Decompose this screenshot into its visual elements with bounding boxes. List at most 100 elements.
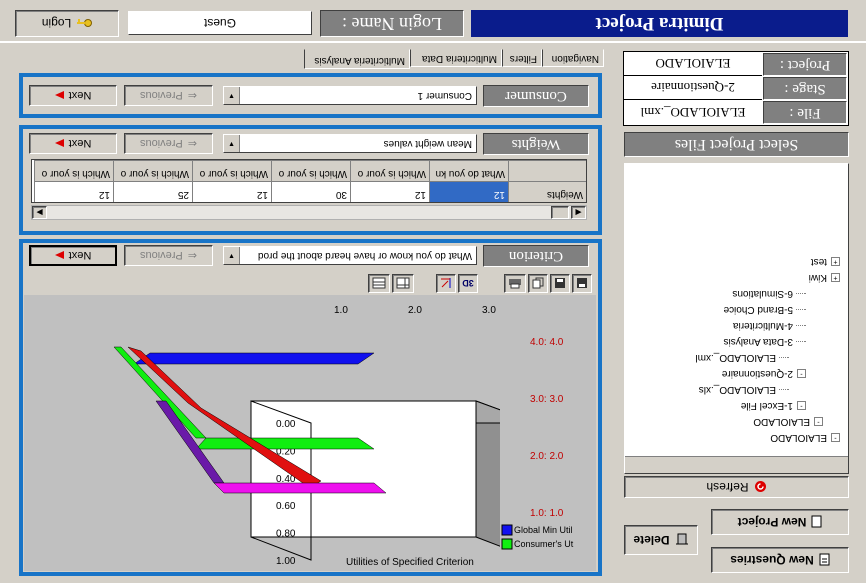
weights-select[interactable]: Mean weight values ▼ [223,134,477,153]
tab-filters[interactable]: Filters [502,49,542,67]
tree-item[interactable]: 3-Data Analysis [724,336,806,347]
3d-icon[interactable]: 3D [458,274,478,293]
weight-value-cell[interactable]: 12 [192,181,271,202]
tab-multicriteria-analysis[interactable]: Multicriteria Analysis [304,49,410,69]
scroll-thumb[interactable] [551,206,569,219]
previous-label: Previous [140,89,183,102]
collapse-icon[interactable]: - [831,433,840,443]
y-tick-label: 0.60 [276,501,296,512]
tree-item[interactable]: + test [811,256,840,267]
tree-connector [796,325,806,327]
weight-value-cell[interactable]: 12 [350,181,429,202]
weights-next-button[interactable]: Next [29,133,117,154]
weight-value-cell[interactable]: 25 [113,181,192,202]
weight-value-cell[interactable]: 12 [429,181,508,202]
tree-item[interactable]: -1-Excel File [741,400,806,411]
previous-label: Previous [140,249,183,262]
tree-item[interactable]: 5-Brand Choice [724,304,806,315]
save-icon[interactable] [572,274,592,293]
project-info-table: File : ELAIOLADO_.xml Stage : 2-Question… [623,51,849,126]
criterion-column-header[interactable]: Which is your o [271,160,350,181]
criterion-select-value: What do you know or have heard about the… [257,250,472,261]
criterion-column-header[interactable]: Which is your o [192,160,271,181]
tree-item[interactable]: 4-Multicriteria [733,320,806,331]
stage-value: 2-Questionnaire [624,77,762,100]
consumer-previous-button[interactable]: ⇐ Previous [124,85,213,106]
new-project-button[interactable]: New Project [711,509,849,535]
tree-item[interactable]: -ELAIOLADO [753,416,823,427]
next-label: Next [68,137,92,150]
new-questries-button[interactable]: New Questries [711,547,849,573]
login-label: Login [41,16,72,31]
dropdown-arrow-icon[interactable]: ▼ [224,135,240,152]
login-button[interactable]: Login [15,10,119,37]
criterion-previous-button[interactable]: ⇐ Previous [124,245,213,266]
refresh-button[interactable]: Refresh [624,476,849,498]
weights-select-value: Mean weight values [383,138,472,149]
tab-multicriteria-data[interactable]: Multicriteria Data [410,49,502,67]
collapse-icon[interactable]: - [814,417,823,427]
arrow-left-icon: ⇐ [187,249,198,261]
tree-item[interactable]: ELAIOLADO_.xls [699,384,789,395]
legend-label: Consumer's Ut [514,539,574,549]
series-magenta-ribbon [213,482,387,494]
trash-icon [675,533,688,545]
scroll-right-icon[interactable]: ▶ [32,206,47,219]
tab-navigation[interactable]: Navigation [542,49,604,67]
criterion-column-header[interactable]: What do you kn [429,160,508,181]
level-label: 4.0: 4.0 [530,337,564,348]
legend-label: Global Min Util [514,525,573,535]
consumer-label: Consumer [483,85,589,107]
tree-item-label: 4-Multicriteria [732,320,793,331]
weight-value-cell[interactable]: 12 [34,181,113,202]
tree-item-label: 1-Excel File [740,400,793,411]
print-icon[interactable] [504,274,526,293]
level-label: 2.0: 2.0 [530,451,564,462]
consumer-select-value: Consumer 1 [417,90,472,101]
tree-item[interactable]: -2-Questionnaire [722,368,806,379]
project-tree[interactable]: -ELAIOLADO -ELAIOLADO -1-Excel File ELAIOLA… [624,163,849,474]
tree-item[interactable]: -ELAIOLADO [770,432,840,443]
dropdown-arrow-icon[interactable]: ▼ [224,247,240,264]
criterion-column-header[interactable]: Which is your o [34,160,113,181]
file-label: File : [763,101,847,124]
collapse-icon[interactable]: - [797,369,806,379]
collapse-icon[interactable]: - [797,401,806,411]
tree-item-label: ELAIOLADO [770,432,827,443]
tree-item-label: Kiwi [808,272,827,283]
scroll-left-icon[interactable]: ◀ [571,206,586,219]
dropdown-arrow-icon[interactable]: ▼ [224,87,240,104]
table-icon[interactable] [392,274,414,293]
save-as-icon[interactable] [550,274,570,293]
axis-icon[interactable] [436,274,456,293]
consumer-select[interactable]: Consumer 1 ▼ [223,86,477,105]
expand-icon[interactable]: + [831,257,840,267]
criterion-column-header[interactable]: Which is your o [113,160,192,181]
weights-previous-button[interactable]: ⇐ Previous [124,133,213,154]
criterion-select[interactable]: What do you know or have heard about the… [223,246,477,265]
level-label: 1.0: 1.0 [530,508,564,519]
copy-icon[interactable] [528,274,548,293]
legend-swatch [501,538,513,550]
file-value: ELAIOLADO_.xml [640,105,746,120]
tree-item[interactable]: ELAIOLADO_.xml [695,352,789,363]
refresh-icon [754,481,766,493]
app-window: 0.000.200.400.600.801.001.02.03.04.0Util… [0,0,866,583]
tree-item[interactable]: + Kiwi [809,272,840,283]
new-document-icon [811,516,822,528]
select-project-files-button[interactable]: Select Project Files [624,132,849,157]
consumer-next-button[interactable]: Next [29,85,117,106]
login-name-field[interactable]: Guest [128,11,312,35]
list-icon[interactable] [368,274,390,293]
criterion-column-header[interactable]: Which is your o [350,160,429,181]
delete-button[interactable]: Delete [624,525,698,555]
expand-icon[interactable]: + [831,273,840,283]
weight-value-cell[interactable]: 30 [271,181,350,202]
criterion-next-button[interactable]: Next [29,245,117,266]
document-icon [819,554,830,566]
y-tick-label: 1.00 [276,556,296,567]
arrow-left-icon: ⇐ [187,137,198,149]
tree-item[interactable]: 6-Simulations [732,288,806,299]
chart-area: 0.000.200.400.600.801.001.02.03.04.0Util… [24,295,596,571]
weights-scrollbar[interactable]: ◀ ▶ [31,205,587,220]
